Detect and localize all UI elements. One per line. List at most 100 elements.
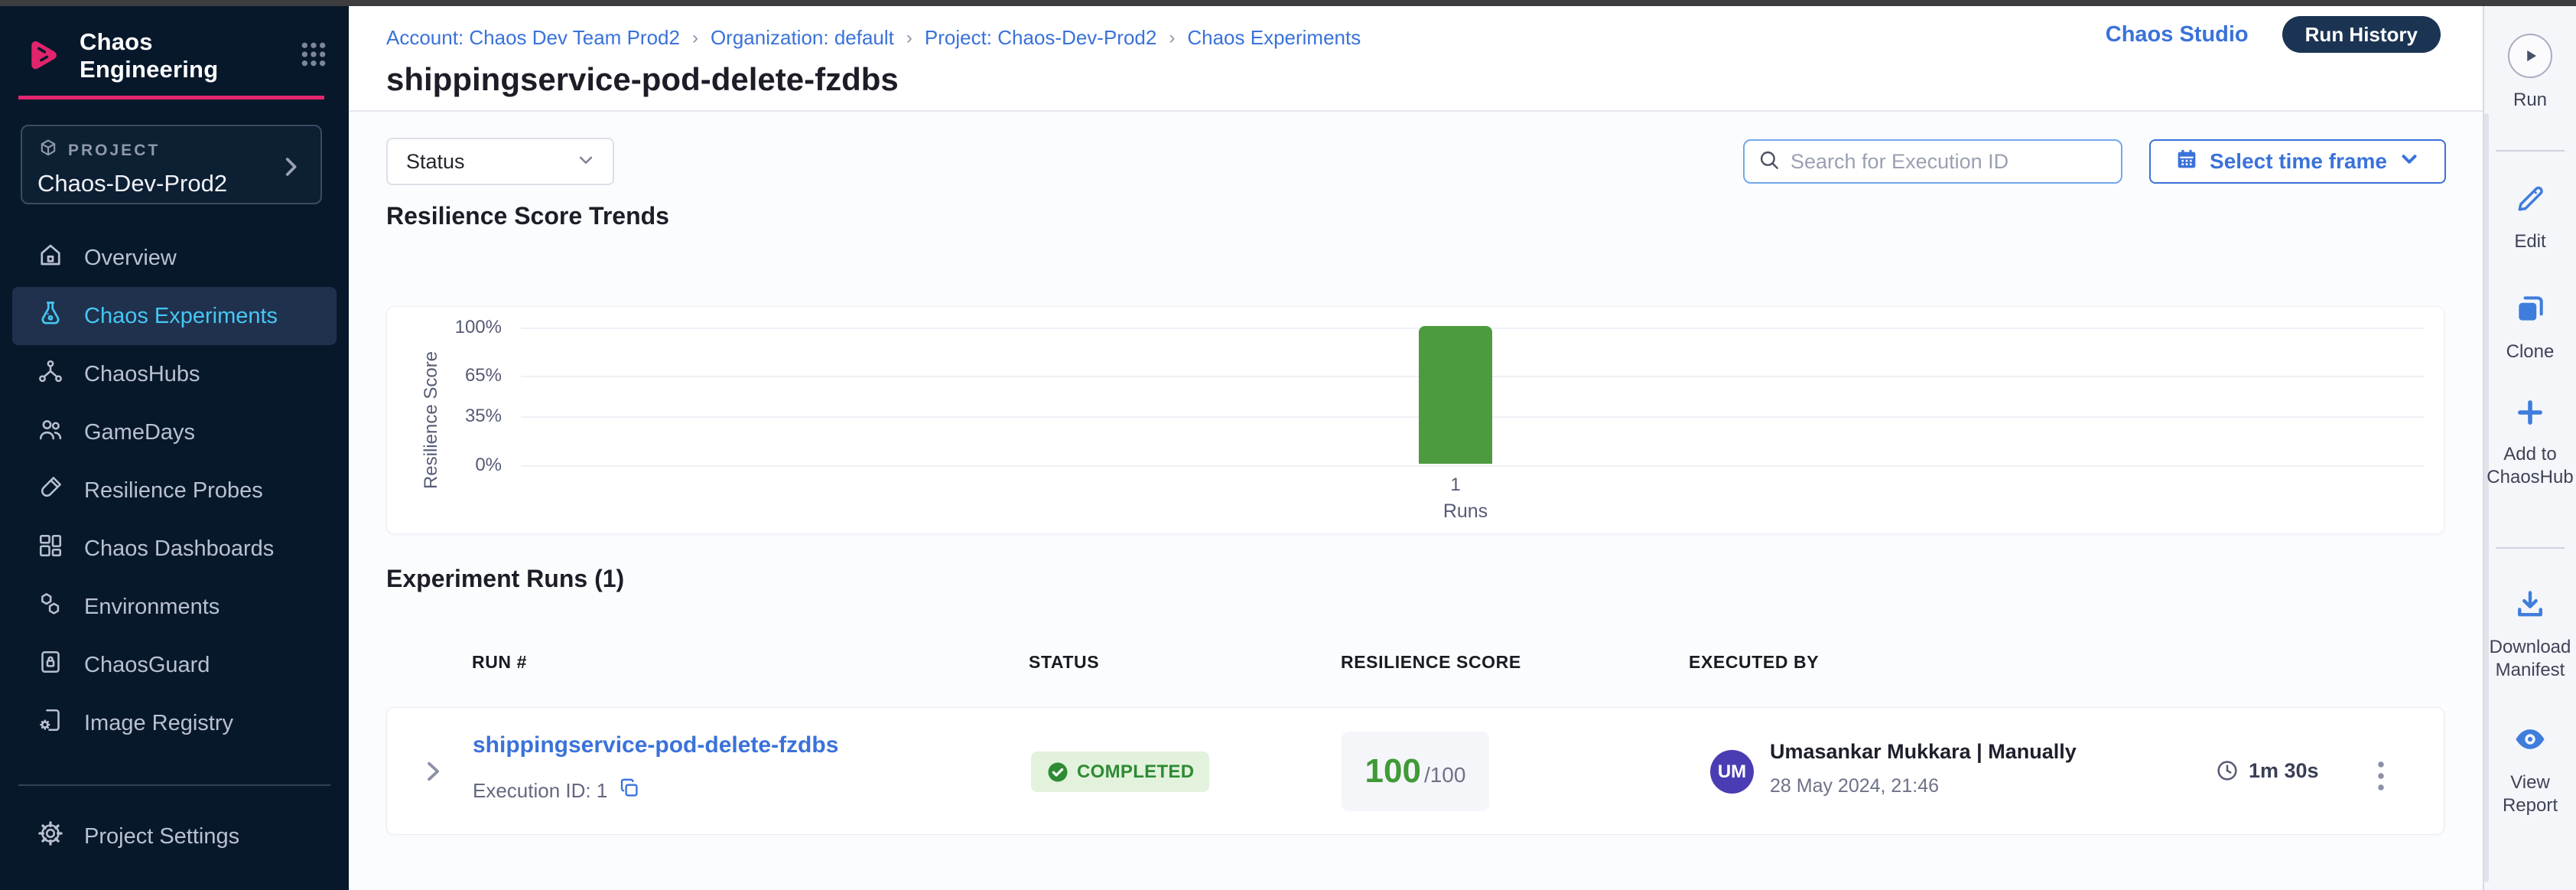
- users-icon: [37, 416, 64, 449]
- execution-id-text: Execution ID: 1: [473, 779, 607, 803]
- sidebar-item-label: Chaos Experiments: [84, 304, 278, 329]
- expand-chevron-icon[interactable]: [418, 757, 447, 790]
- sidebar-item-environments[interactable]: Environments: [0, 578, 349, 636]
- sidebar-item-label: Chaos Dashboards: [84, 536, 274, 562]
- chaos-studio-link[interactable]: Chaos Studio: [2106, 22, 2249, 47]
- run-score-bar[interactable]: [1419, 326, 1492, 464]
- y-tick: 35%: [387, 406, 502, 427]
- resilience-score-tile: 100 /100: [1342, 732, 1489, 811]
- avatar: UM: [1710, 750, 1754, 794]
- sidebar-item-label: GameDays: [84, 420, 195, 445]
- calendar-icon: [2174, 147, 2199, 177]
- run-name-link[interactable]: shippingservice-pod-delete-fzdbs: [473, 732, 838, 758]
- search-input[interactable]: [1791, 150, 2109, 174]
- copy-icon[interactable]: [618, 777, 641, 805]
- add-to-chaoshub-label: Add to ChaosHub: [2484, 443, 2576, 489]
- clone-icon: [2513, 292, 2547, 330]
- brand-accent-divider: [18, 96, 324, 99]
- view-report-button[interactable]: View Report: [2484, 722, 2576, 817]
- column-run: RUN #: [472, 652, 527, 673]
- run-history-button[interactable]: Run History: [2282, 16, 2441, 53]
- status-filter-dropdown[interactable]: Status: [386, 138, 614, 185]
- main-area: Account: Chaos Dev Team Prod2 › Organiza…: [349, 6, 2484, 890]
- sidebar-item-chaos-dashboards[interactable]: Chaos Dashboards: [0, 520, 349, 578]
- y-tick: 100%: [387, 317, 502, 338]
- sidebar: Chaos Engineering PROJECT Chaos-Dev-Prod…: [0, 6, 349, 890]
- resilience-score-trends-chart: 100% 65% 35% 0% Resilience Score 1 Runs: [386, 306, 2444, 534]
- x-axis-title: Runs: [1389, 500, 1542, 523]
- sidebar-item-resilience-probes[interactable]: Resilience Probes: [0, 461, 349, 520]
- sidebar-item-label: ChaosGuard: [84, 653, 210, 678]
- action-rail: Run Edit Clone Add to ChaosHub: [2484, 6, 2576, 890]
- run-button[interactable]: Run: [2484, 34, 2576, 112]
- edit-button[interactable]: Edit: [2484, 182, 2576, 253]
- lock-icon: [37, 648, 64, 682]
- probe-icon: [37, 474, 64, 507]
- sidebar-item-overview[interactable]: Overview: [0, 229, 349, 287]
- sidebar-item-chaosguard[interactable]: ChaosGuard: [0, 636, 349, 694]
- breadcrumb-separator: ›: [1169, 28, 1175, 49]
- sidebar-footer-nav: Project Settings: [0, 807, 349, 866]
- clone-button-label: Clone: [2506, 341, 2555, 363]
- download-icon: [2513, 588, 2547, 625]
- y-axis-title: Resilience Score: [421, 351, 442, 489]
- sidebar-item-image-registry[interactable]: Image Registry: [0, 694, 349, 752]
- project-label: PROJECT: [68, 142, 160, 160]
- gridline: [521, 465, 2424, 467]
- project-selector[interactable]: PROJECT Chaos-Dev-Prod2: [21, 125, 322, 204]
- page-header: Account: Chaos Dev Team Prod2 › Organiza…: [349, 6, 2483, 112]
- rail-divider: [2496, 547, 2565, 549]
- dashboard-icon: [37, 532, 64, 566]
- status-badge: COMPLETED: [1031, 751, 1209, 792]
- y-tick: 65%: [387, 365, 502, 386]
- breadcrumb: Account: Chaos Dev Team Prod2 › Organiza…: [386, 26, 1361, 50]
- search-icon: [1757, 148, 1781, 176]
- check-circle-icon: [1046, 761, 1069, 784]
- sidebar-item-gamedays[interactable]: GameDays: [0, 403, 349, 461]
- breadcrumb-account[interactable]: Account: Chaos Dev Team Prod2: [386, 26, 680, 50]
- sidebar-item-chaos-experiments[interactable]: Chaos Experiments: [12, 287, 337, 345]
- clone-button[interactable]: Clone: [2484, 292, 2576, 363]
- sidebar-item-label: ChaosHubs: [84, 362, 200, 387]
- rail-divider: [2496, 150, 2565, 152]
- sidebar-item-label: Image Registry: [84, 711, 233, 736]
- breadcrumb-separator: ›: [906, 28, 912, 49]
- hub-icon: [37, 357, 64, 391]
- execution-search: [1743, 139, 2122, 184]
- download-manifest-button[interactable]: Download Manifest: [2484, 588, 2576, 682]
- breadcrumb-chaos-experiments[interactable]: Chaos Experiments: [1187, 26, 1361, 50]
- column-executed-by: EXECUTED BY: [1689, 652, 1819, 673]
- row-menu-icon[interactable]: [2365, 752, 2397, 804]
- plus-icon: [2514, 396, 2546, 432]
- column-resilience-score: RESILIENCE SCORE: [1341, 652, 1521, 673]
- sidebar-item-project-settings[interactable]: Project Settings: [0, 807, 349, 866]
- flask-icon: [37, 299, 64, 333]
- executed-by-name: Umasankar Mukkara | Manually: [1770, 740, 2077, 764]
- score-value: 100: [1365, 752, 1421, 791]
- chevron-right-icon: [278, 154, 304, 184]
- module-grid-icon[interactable]: [298, 39, 329, 73]
- select-time-frame-label: Select time frame: [2210, 149, 2387, 174]
- registry-icon: [37, 706, 64, 740]
- resilience-score-trends-heading: Resilience Score Trends: [386, 202, 669, 230]
- breadcrumb-separator: ›: [692, 28, 698, 49]
- y-tick: 0%: [387, 455, 502, 476]
- sidebar-item-label: Environments: [84, 595, 220, 620]
- breadcrumb-organization[interactable]: Organization: default: [711, 26, 894, 50]
- breadcrumb-project[interactable]: Project: Chaos-Dev-Prod2: [925, 26, 1156, 50]
- x-tick: 1: [1419, 474, 1492, 496]
- executed-at: 28 May 2024, 21:46: [1770, 775, 1939, 797]
- chevron-down-icon: [2398, 148, 2421, 176]
- view-report-label: View Report: [2484, 771, 2576, 817]
- table-row: shippingservice-pod-delete-fzdbs Executi…: [386, 707, 2444, 835]
- download-manifest-label: Download Manifest: [2484, 636, 2576, 682]
- select-time-frame-button[interactable]: Select time frame: [2149, 139, 2446, 184]
- run-duration: 1m 30s: [2215, 758, 2319, 783]
- pencil-icon: [2513, 182, 2547, 220]
- sidebar-item-chaoshubs[interactable]: ChaosHubs: [0, 345, 349, 403]
- status-badge-label: COMPLETED: [1077, 761, 1194, 783]
- column-status: STATUS: [1029, 652, 1099, 673]
- add-to-chaoshub-button[interactable]: Add to ChaosHub: [2484, 396, 2576, 489]
- sidebar-item-label: Resilience Probes: [84, 478, 263, 504]
- sidebar-divider: [18, 784, 330, 786]
